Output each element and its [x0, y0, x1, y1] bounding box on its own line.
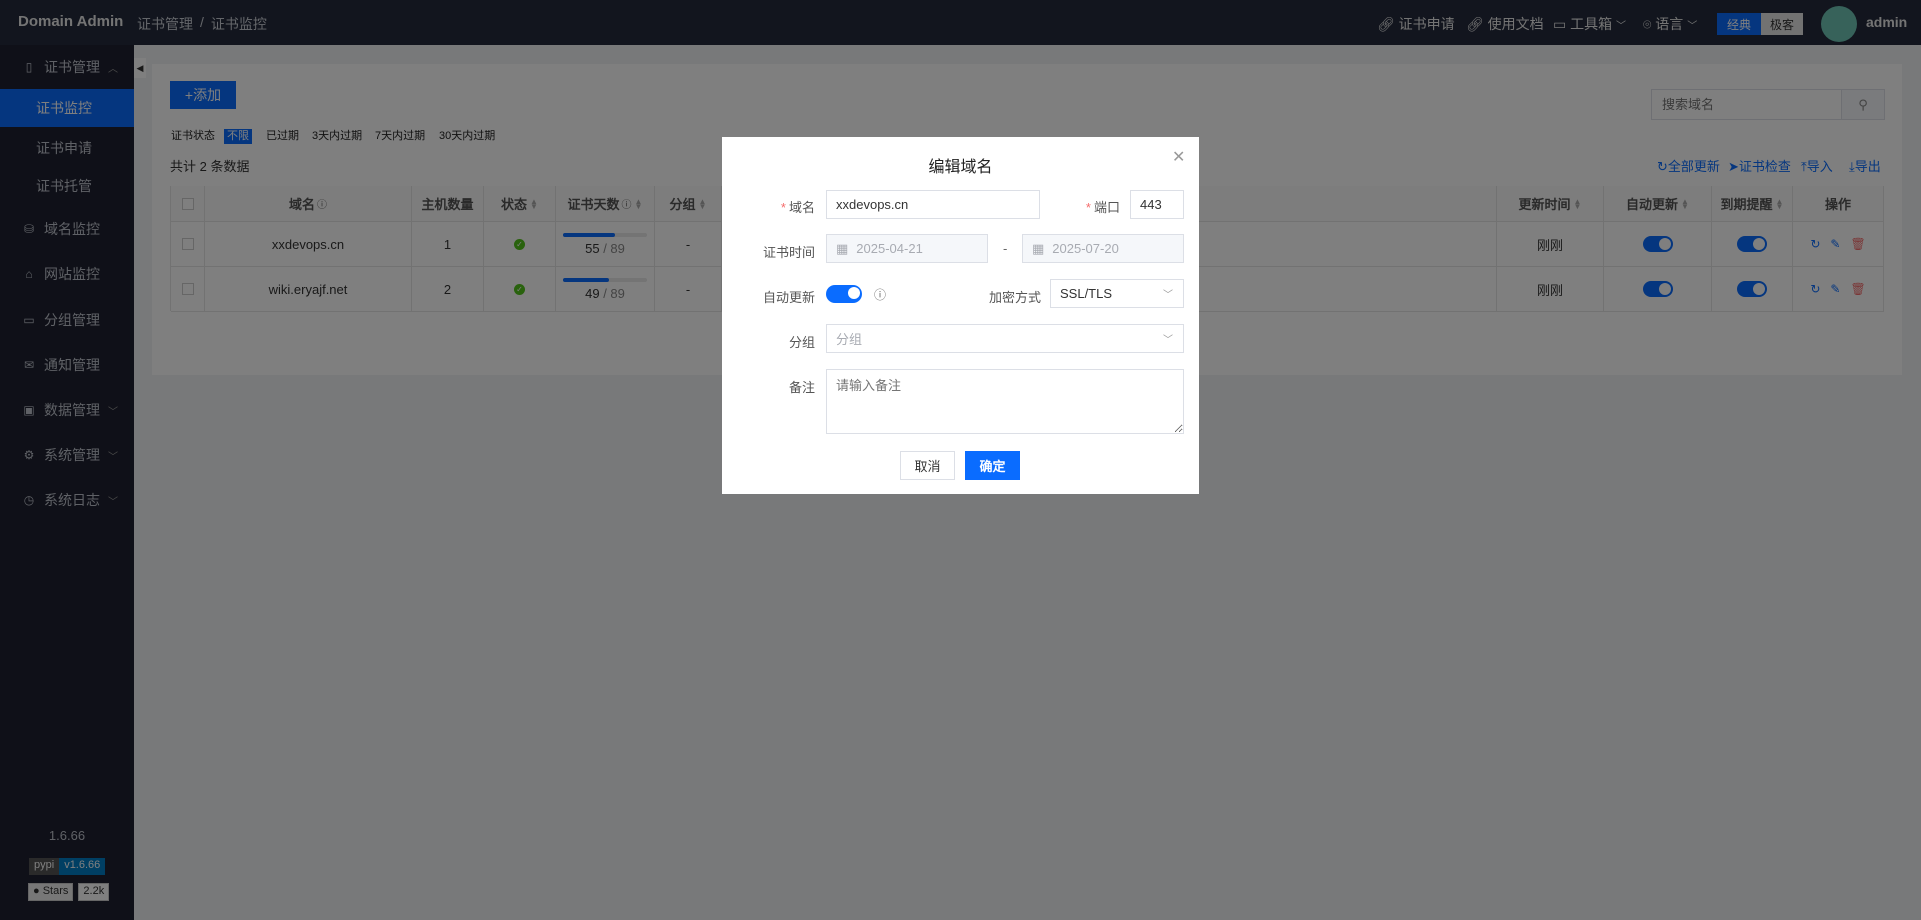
note-textarea[interactable]: [826, 369, 1184, 434]
calendar-icon: ▦: [836, 240, 849, 256]
cancel-button[interactable]: 取消: [900, 451, 955, 480]
note-label: 备注: [788, 380, 815, 395]
confirm-button[interactable]: 确定: [965, 451, 1020, 480]
start-date-input: ▦ 2025-04-21: [826, 234, 988, 263]
calendar-icon: ▦: [1032, 240, 1045, 256]
close-icon[interactable]: ✕: [1172, 147, 1185, 167]
port-label: * 端口: [1085, 200, 1120, 215]
group-select[interactable]: 分组 ﹀: [826, 324, 1184, 353]
date-separator: -: [1003, 241, 1008, 256]
cert-time-label: 证书时间: [762, 245, 815, 260]
encrypt-label: 加密方式: [988, 290, 1041, 305]
edit-domain-dialog: 编辑域名 ✕ * 域名 xxdevops.cn * 端口 443 证书时间 ▦ 202…: [722, 137, 1199, 494]
info-icon[interactable]: ⓘ: [874, 286, 886, 303]
port-input[interactable]: 443: [1130, 190, 1184, 219]
encrypt-select[interactable]: SSL/TLS ﹀: [1050, 279, 1184, 308]
chevron-down-icon: ﹀: [1163, 290, 1173, 301]
auto-update-label: 自动更新: [762, 290, 815, 305]
end-date-input: ▦ 2025-07-20: [1022, 234, 1184, 263]
chevron-down-icon: ﹀: [1163, 335, 1173, 346]
group-label: 分组: [788, 335, 815, 350]
dialog-title: 编辑域名: [928, 159, 993, 176]
domain-label: * 域名: [780, 200, 815, 215]
domain-input[interactable]: xxdevops.cn: [826, 190, 1040, 219]
auto-update-toggle[interactable]: [826, 285, 862, 303]
